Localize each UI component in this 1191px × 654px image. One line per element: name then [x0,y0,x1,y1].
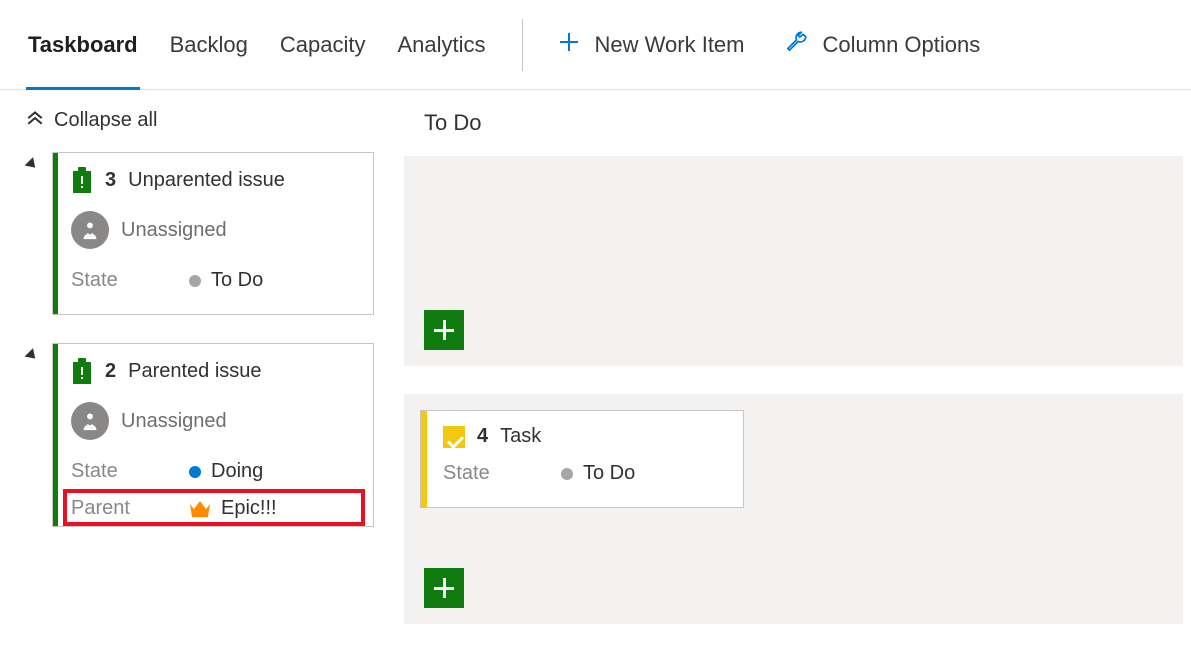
state-value: To Do [211,269,263,292]
divider [522,19,523,71]
state-label: State [443,462,561,485]
tab-analytics[interactable]: Analytics [396,0,488,89]
state-value: To Do [583,462,635,485]
assignee-field[interactable]: Unassigned [71,402,357,440]
tab-backlog[interactable]: Backlog [168,0,250,89]
new-work-item-label: New Work Item [595,32,745,58]
card-stripe [53,153,58,314]
state-label: State [71,460,189,483]
state-field[interactable]: State Doing [71,460,357,483]
work-item-title: Unparented issue [128,169,285,192]
card-stripe [53,344,58,526]
new-work-item-button[interactable]: New Work Item [557,30,745,60]
swimlane-dropzone[interactable] [404,156,1183,366]
state-dot-icon [189,466,201,478]
collapse-all-label: Collapse all [54,109,157,132]
wrench-icon [783,29,809,61]
unassigned-avatar-icon [71,211,109,249]
add-task-button[interactable] [424,310,464,350]
tab-taskboard[interactable]: Taskboard [26,0,140,89]
backlog-card[interactable]: 2 Parented issue Unassigned State Doing [52,343,374,527]
work-item-id: 4 [477,425,488,448]
state-field[interactable]: State To Do [443,462,727,485]
state-value: Doing [211,460,263,483]
state-dot-icon [561,468,573,480]
add-task-button[interactable] [424,568,464,608]
collapse-all-button[interactable]: Collapse all [26,108,404,132]
unassigned-avatar-icon [71,402,109,440]
expand-toggle[interactable] [25,348,40,363]
work-item-title: Parented issue [128,360,261,383]
column-header-todo: To Do [404,108,1183,136]
plus-icon [557,30,581,60]
work-item-id: 2 [105,360,116,383]
parent-label: Parent [71,497,189,520]
card-stripe [421,411,427,507]
tab-capacity[interactable]: Capacity [278,0,368,89]
backlog-card[interactable]: 3 Unparented issue Unassigned State To D… [52,152,374,315]
parent-value: Epic!!! [221,497,277,520]
collapse-icon [26,108,44,132]
column-options-button[interactable]: Column Options [783,29,981,61]
work-item-id: 3 [105,169,116,192]
state-field[interactable]: State To Do [71,269,357,292]
assignee-field[interactable]: Unassigned [71,211,357,249]
issue-icon [71,358,93,384]
epic-crown-icon [189,500,211,518]
state-label: State [71,269,189,292]
parent-field[interactable]: Parent Epic!!! [71,497,357,520]
task-card[interactable]: 4 Task State To Do [420,410,744,508]
task-icon [443,426,465,448]
assignee-label: Unassigned [121,410,227,433]
work-item-title: Task [500,425,541,448]
assignee-label: Unassigned [121,219,227,242]
parent-highlight-box: Parent Epic!!! [63,489,365,526]
state-dot-icon [189,275,201,287]
column-options-label: Column Options [823,32,981,58]
expand-toggle[interactable] [25,157,40,172]
issue-icon [71,167,93,193]
tab-bar: Taskboard Backlog Capacity Analytics New… [0,0,1191,90]
swimlane-dropzone[interactable]: 4 Task State To Do [404,394,1183,624]
